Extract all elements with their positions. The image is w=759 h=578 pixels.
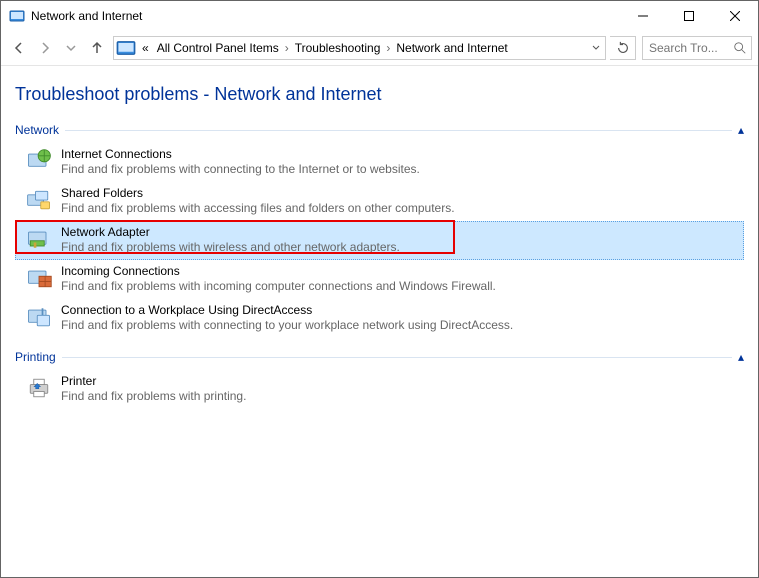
item-description: Find and fix problems with incoming comp… — [61, 279, 496, 293]
troubleshooter-network-adapter[interactable]: Network Adapter Find and fix problems wi… — [15, 221, 744, 260]
network-adapter-icon — [25, 225, 53, 253]
item-title: Internet Connections — [61, 147, 420, 161]
address-bar[interactable]: « All Control Panel Items › Troubleshoot… — [113, 36, 606, 60]
collapse-icon[interactable]: ▴ — [738, 350, 744, 364]
window-title: Network and Internet — [31, 9, 620, 23]
item-description: Find and fix problems with connecting to… — [61, 162, 420, 176]
navigation-toolbar: « All Control Panel Items › Troubleshoot… — [1, 31, 758, 66]
item-description: Find and fix problems with printing. — [61, 389, 246, 403]
troubleshooter-directaccess[interactable]: Connection to a Workplace Using DirectAc… — [15, 299, 744, 338]
item-description: Find and fix problems with accessing fil… — [61, 201, 455, 215]
section-network: Network ▴ Internet Connections Find and … — [15, 123, 744, 338]
close-button[interactable] — [712, 1, 758, 31]
troubleshooter-incoming-connections[interactable]: Incoming Connections Find and fix proble… — [15, 260, 744, 299]
printer-icon — [25, 374, 53, 402]
item-description: Find and fix problems with connecting to… — [61, 318, 513, 332]
address-dropdown-button[interactable] — [586, 37, 605, 59]
content-area: Troubleshoot problems - Network and Inte… — [1, 66, 758, 577]
globe-monitor-icon — [25, 147, 53, 175]
item-title: Connection to a Workplace Using DirectAc… — [61, 303, 513, 317]
control-panel-window: Network and Internet « All Control Panel… — [0, 0, 759, 578]
up-button[interactable] — [85, 36, 109, 60]
shared-folder-icon — [25, 186, 53, 214]
maximize-button[interactable] — [666, 1, 712, 31]
section-header[interactable]: Network ▴ — [15, 123, 744, 137]
minimize-button[interactable] — [620, 1, 666, 31]
recent-locations-button[interactable] — [59, 36, 83, 60]
refresh-button[interactable] — [610, 36, 636, 60]
divider — [65, 130, 732, 131]
window-controls — [620, 1, 758, 31]
page-title: Troubleshoot problems - Network and Inte… — [15, 84, 744, 105]
section-printing: Printing ▴ Printer Find and fix problems… — [15, 350, 744, 409]
breadcrumb-overflow[interactable]: « — [138, 37, 153, 59]
search-box[interactable] — [642, 36, 752, 60]
back-button[interactable] — [7, 36, 31, 60]
breadcrumb-item[interactable]: All Control Panel Items — [153, 37, 283, 59]
chevron-right-icon: › — [384, 41, 392, 55]
troubleshooter-printer[interactable]: Printer Find and fix problems with print… — [15, 370, 744, 409]
breadcrumb-item[interactable]: Troubleshooting — [291, 37, 385, 59]
section-header[interactable]: Printing ▴ — [15, 350, 744, 364]
troubleshooter-internet-connections[interactable]: Internet Connections Find and fix proble… — [15, 143, 744, 182]
item-title: Incoming Connections — [61, 264, 496, 278]
forward-button[interactable] — [33, 36, 57, 60]
section-title: Network — [15, 123, 59, 137]
titlebar: Network and Internet — [1, 1, 758, 31]
divider — [62, 357, 732, 358]
item-description: Find and fix problems with wireless and … — [61, 240, 400, 254]
search-input[interactable] — [647, 40, 733, 56]
item-title: Shared Folders — [61, 186, 455, 200]
control-panel-icon — [9, 8, 25, 24]
section-title: Printing — [15, 350, 56, 364]
troubleshooter-shared-folders[interactable]: Shared Folders Find and fix problems wit… — [15, 182, 744, 221]
search-icon — [733, 41, 747, 55]
firewall-icon — [25, 264, 53, 292]
collapse-icon[interactable]: ▴ — [738, 123, 744, 137]
chevron-right-icon: › — [283, 41, 291, 55]
item-title: Network Adapter — [61, 225, 400, 239]
workplace-network-icon — [25, 303, 53, 331]
breadcrumb-item[interactable]: Network and Internet — [392, 37, 511, 59]
location-icon — [116, 38, 136, 58]
item-title: Printer — [61, 374, 246, 388]
